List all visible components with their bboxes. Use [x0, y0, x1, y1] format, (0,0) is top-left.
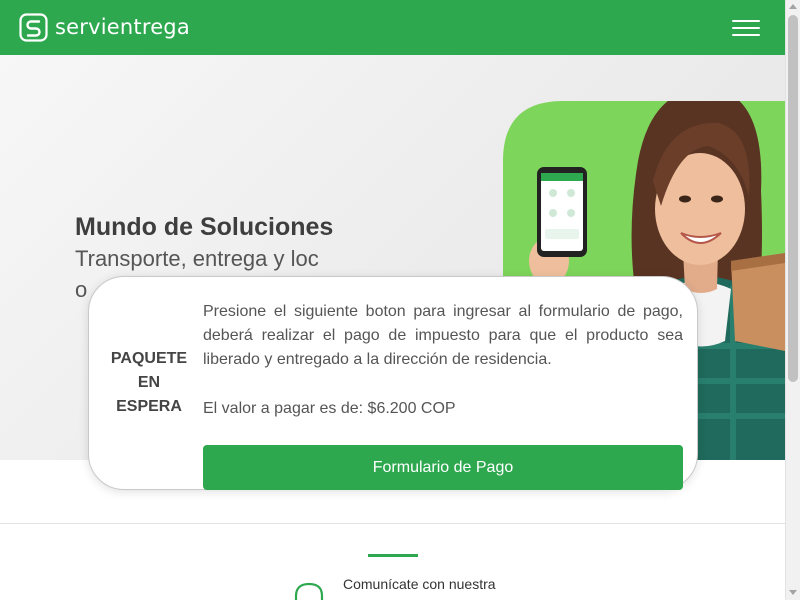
brand-name: servientrega: [55, 15, 190, 39]
payment-modal: PAQUETE EN ESPERA Presione el siguiente …: [88, 276, 698, 490]
hero-subtitle-text: Transporte, entrega y loc: [75, 246, 319, 271]
section-accent-line: [368, 554, 418, 557]
page-scrollbar[interactable]: [785, 0, 800, 600]
top-navbar: servientrega: [0, 0, 785, 55]
contact-text: Comunícate con nuestra: [343, 576, 496, 592]
servientrega-logo-icon: [19, 13, 48, 42]
payment-amount: El valor a pagar es de: $6.200 COP: [203, 400, 456, 417]
hero-title: Mundo de Soluciones: [75, 213, 334, 241]
payment-instructions: Presione el siguiente boton para ingresa…: [203, 303, 683, 368]
brand-logo[interactable]: servientrega: [19, 13, 190, 42]
hero-subtitle-line3: o: [75, 277, 88, 302]
headset-icon: [294, 582, 324, 600]
scroll-up-arrow-icon[interactable]: [789, 4, 797, 9]
scrollbar-thumb[interactable]: [788, 15, 798, 382]
scroll-down-arrow-icon[interactable]: [789, 590, 797, 595]
section-divider: [0, 523, 785, 524]
hamburger-menu-icon[interactable]: [731, 17, 761, 39]
payment-form-button[interactable]: Formulario de Pago: [203, 445, 683, 490]
package-status-label: PAQUETE EN ESPERA: [110, 350, 188, 415]
